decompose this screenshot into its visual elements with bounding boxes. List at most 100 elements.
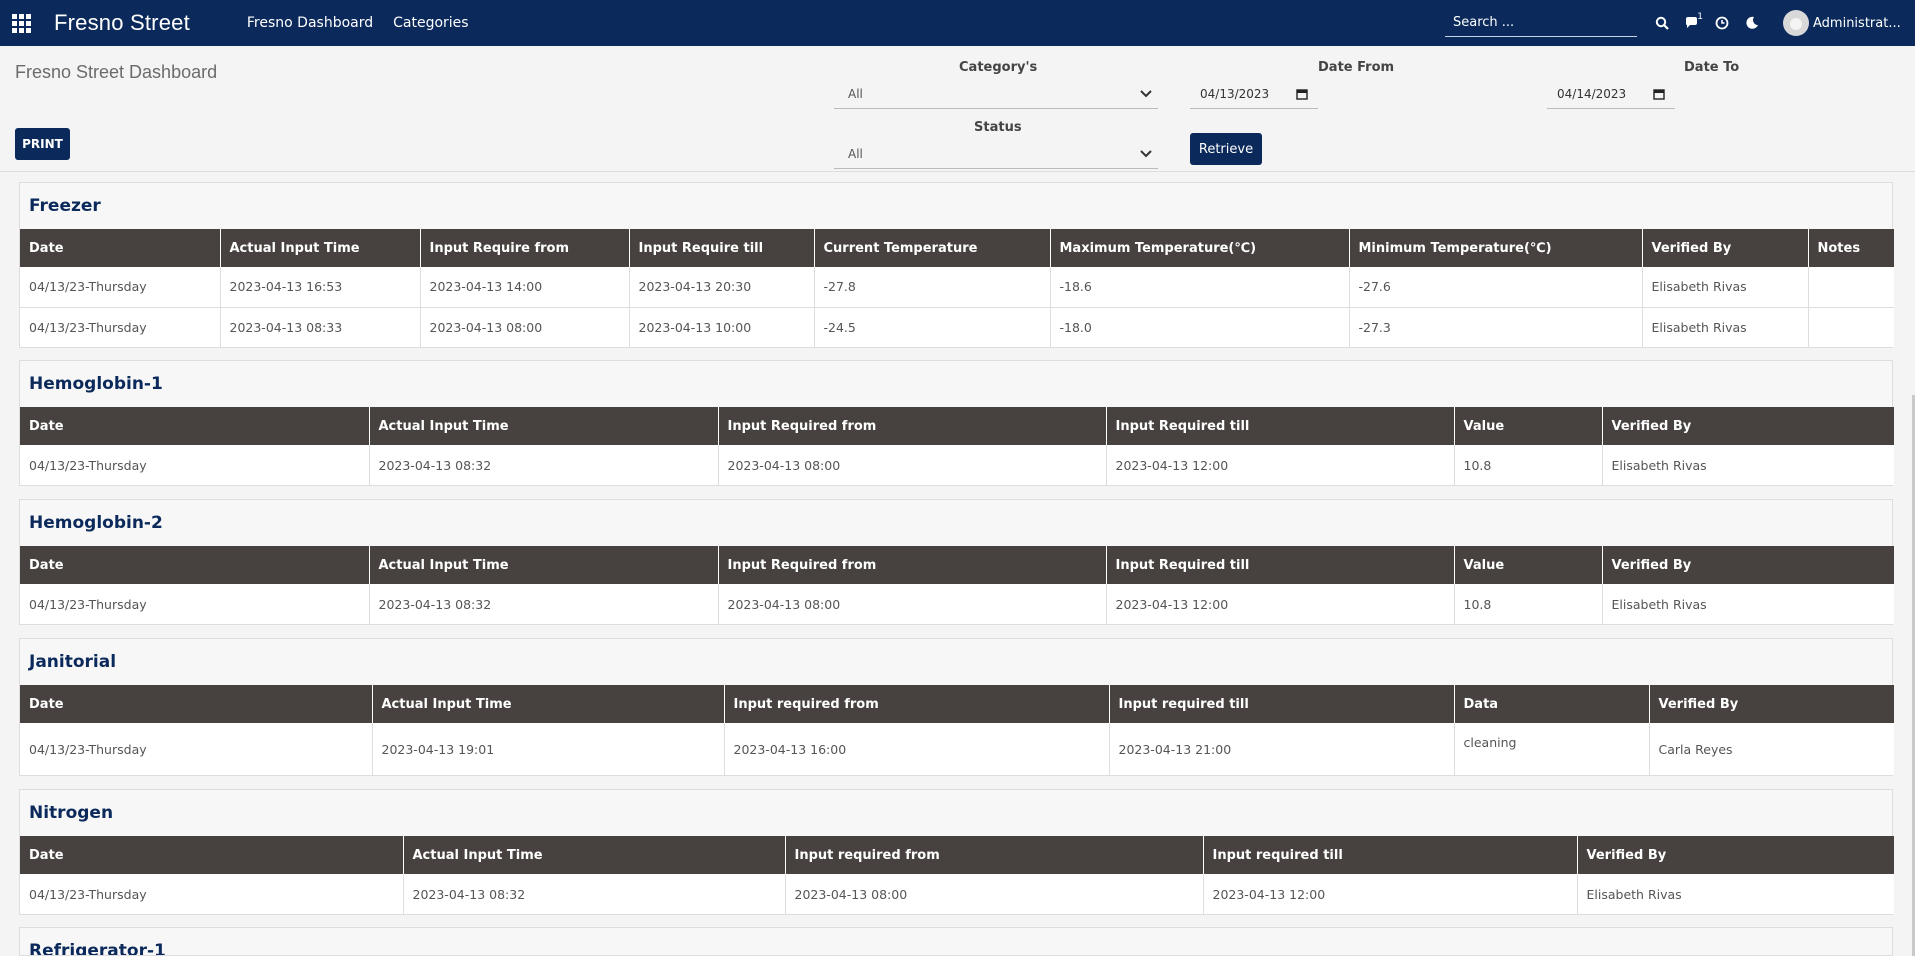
table-cell: cleaning [1454,723,1650,775]
column-header[interactable]: Value [1454,407,1603,445]
category-select[interactable]: All [834,79,1158,109]
table-cell: 04/13/23-Thursday [20,267,221,308]
column-header[interactable]: Actual Input Time [220,229,421,267]
column-header[interactable]: Maximum Temperature(℃) [1050,229,1350,267]
column-header[interactable]: Value [1454,546,1603,584]
column-header[interactable]: Input required till [1109,685,1455,723]
table-header-row: Date Actual Input Time Input required fr… [20,836,1894,874]
table-cell: Elisabeth Rivas [1642,267,1809,308]
table-header-row: Date Actual Input Time Input Required fr… [20,407,1894,445]
table-header-row: Date Actual Input Time Input Required fr… [20,546,1894,584]
column-header[interactable]: Verified By [1602,546,1894,584]
search-input[interactable]: Search ... [1445,9,1637,37]
table-row: 04/13/23-Thursday 2023-04-13 08:32 2023-… [20,445,1894,485]
column-header[interactable]: Data [1454,685,1650,723]
section-hemoglobin-2: Hemoglobin-2 Date Actual Input Time Inpu… [19,499,1894,625]
calendar-icon[interactable] [1653,88,1665,100]
column-header[interactable]: Verified By [1649,685,1894,723]
column-header[interactable]: Input Required from [718,546,1107,584]
table-cell: 2023-04-13 12:00 [1106,445,1455,485]
table-cell: 04/13/23-Thursday [20,584,370,624]
chevron-down-icon [1140,89,1152,97]
hemoglobin-1-table: Date Actual Input Time Input Required fr… [20,407,1894,485]
column-header[interactable]: Date [20,546,370,584]
table-cell: Elisabeth Rivas [1642,307,1809,347]
column-header[interactable]: Input Required from [718,407,1107,445]
date-from-value: 04/13/2023 [1200,86,1270,101]
section-title: Freezer [29,196,101,216]
table-cell: 04/13/23-Thursday [20,723,373,775]
retrieve-button[interactable]: Retrieve [1190,133,1262,165]
table-cell: 10.8 [1454,584,1603,624]
column-header[interactable]: Notes [1808,229,1894,267]
nav-link-fresno-dashboard[interactable]: Fresno Dashboard [247,15,373,31]
freezer-table: Date Actual Input Time Input Require fro… [20,229,1894,347]
table-cell: 2023-04-13 08:32 [369,584,719,624]
column-header[interactable]: Actual Input Time [372,685,725,723]
table-cell: -18.6 [1050,267,1350,308]
column-header[interactable]: Verified By [1577,836,1894,874]
clock-icon[interactable] [1709,10,1735,36]
top-navbar: Fresno Street Fresno Dashboard Categorie… [0,0,1915,46]
status-select[interactable]: All [834,139,1158,169]
date-to-input[interactable]: 04/14/2023 [1547,79,1675,109]
table-cell: -27.8 [814,267,1051,308]
table-cell [1808,307,1894,347]
column-header[interactable]: Input required from [785,836,1204,874]
print-button[interactable]: PRINT [15,128,70,160]
table-row: 04/13/23-Thursday 2023-04-13 08:32 2023-… [20,874,1894,914]
brand-name[interactable]: Fresno Street [54,10,190,36]
column-header[interactable]: Date [20,685,373,723]
column-header[interactable]: Input Require from [420,229,630,267]
section-freezer: Freezer Date Actual Input Time Input Req… [19,182,1894,348]
date-from-label: Date From [1318,60,1395,75]
category-select-value: All [848,86,863,101]
column-header[interactable]: Minimum Temperature(℃) [1349,229,1643,267]
column-header[interactable]: Date [20,229,221,267]
table-cell: 10.8 [1454,445,1603,485]
column-header[interactable]: Verified By [1642,229,1809,267]
table-cell: 2023-04-13 08:33 [220,307,421,347]
table-row: 04/13/23-Thursday 2023-04-13 16:53 2023-… [20,267,1894,308]
table-cell: 2023-04-13 12:00 [1203,874,1578,914]
section-refrigerator-1: Refrigerator-1 [19,927,1893,956]
column-header[interactable]: Actual Input Time [403,836,786,874]
column-header[interactable]: Current Temperature [814,229,1051,267]
column-header[interactable]: Date [20,836,404,874]
column-header[interactable]: Actual Input Time [369,407,719,445]
search-icon[interactable] [1649,10,1675,36]
calendar-icon[interactable] [1296,88,1308,100]
janitorial-table: Date Actual Input Time Input required fr… [20,685,1894,775]
page-title: Fresno Street Dashboard [15,62,218,82]
date-to-label: Date To [1684,60,1740,75]
column-header[interactable]: Input Required till [1106,546,1455,584]
table-cell: 2023-04-13 16:00 [724,723,1110,775]
table-cell: -27.6 [1349,267,1643,308]
table-cell: 04/13/23-Thursday [20,307,221,347]
date-to-value: 04/14/2023 [1557,86,1627,101]
table-cell: 2023-04-13 08:00 [420,307,630,347]
nav-link-categories[interactable]: Categories [393,15,468,31]
column-header[interactable]: Actual Input Time [369,546,719,584]
date-from-input[interactable]: 04/13/2023 [1190,79,1318,109]
table-cell: -24.5 [814,307,1051,347]
column-header[interactable]: Date [20,407,370,445]
column-header[interactable]: Input Required till [1106,407,1455,445]
messages-icon[interactable]: 1 [1679,10,1705,36]
table-cell: 2023-04-13 12:00 [1106,584,1455,624]
column-header[interactable]: Input required till [1203,836,1578,874]
table-cell: 2023-04-13 19:01 [372,723,725,775]
column-header[interactable]: Input required from [724,685,1110,723]
table-cell [1808,267,1894,308]
column-header[interactable]: Verified By [1602,407,1894,445]
user-name[interactable]: Administrat... [1813,16,1905,31]
avatar[interactable] [1783,10,1809,36]
table-cell: 2023-04-13 08:00 [718,445,1107,485]
dark-mode-moon-icon[interactable] [1739,10,1765,36]
table-cell: Elisabeth Rivas [1586,886,1682,902]
apps-grid-icon[interactable] [10,12,32,34]
table-cell: -27.3 [1349,307,1643,347]
column-header[interactable]: Input Require till [629,229,815,267]
table-cell: 2023-04-13 16:53 [220,267,421,308]
divider [0,171,1915,172]
